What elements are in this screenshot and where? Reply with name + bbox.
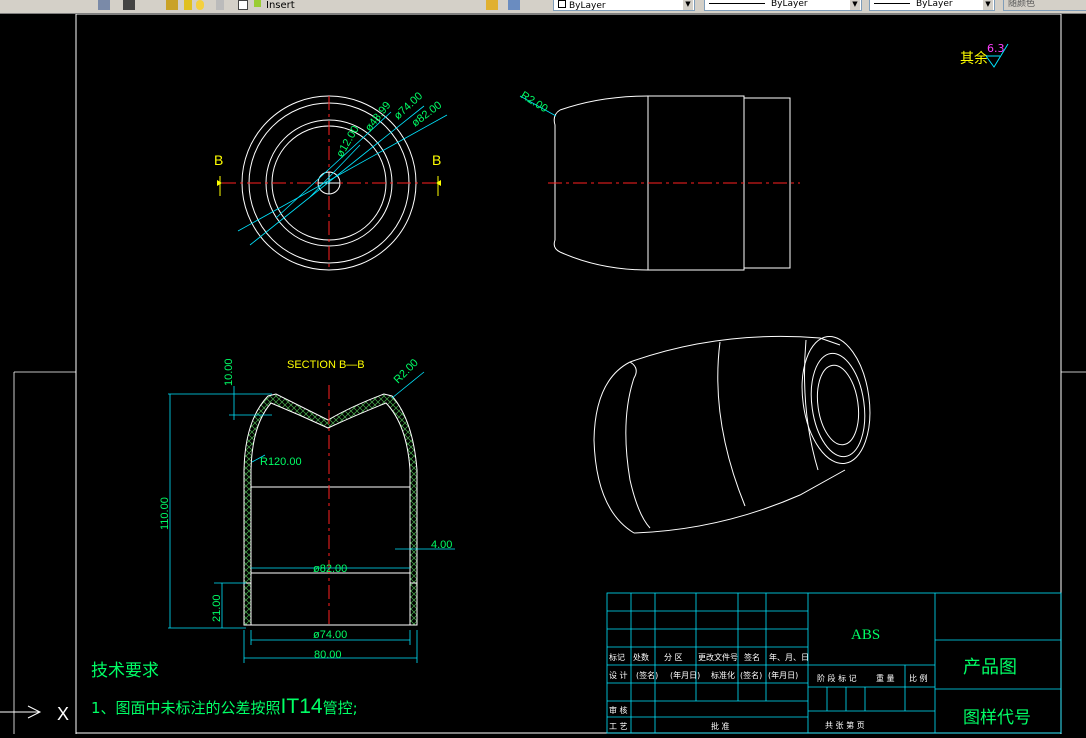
plotstyle-value: 随颜色 bbox=[1008, 0, 1036, 9]
sheets-label: 共 张 第 页 bbox=[825, 720, 865, 730]
standard-date: (年月日) bbox=[768, 670, 798, 680]
sun-icon[interactable] bbox=[196, 0, 204, 10]
notes-line1-code: IT14 bbox=[281, 695, 323, 718]
stage-header: 阶 段 标 记 bbox=[817, 673, 857, 683]
section-title: SECTION B—B bbox=[287, 359, 365, 371]
design-date: (年月日) bbox=[670, 670, 700, 680]
standard-label: 标准化 bbox=[711, 670, 735, 680]
layer-swatch-icon bbox=[254, 0, 261, 7]
rev-header-2: 分 区 bbox=[664, 653, 683, 662]
drawing-number-label: 图样代号 bbox=[963, 708, 1031, 728]
approve-label: 批 准 bbox=[711, 721, 730, 731]
rev-header-4: 签名 bbox=[744, 652, 760, 662]
linetype-control[interactable]: ByLayer ▼ bbox=[704, 0, 862, 11]
standard-sign: (签名) bbox=[740, 670, 762, 680]
layer-color-icon[interactable] bbox=[238, 0, 248, 10]
notes-line1: 1、图面中未标注的公差按照IT14管控; bbox=[91, 695, 358, 718]
layers-stack-icon[interactable] bbox=[508, 0, 520, 10]
notes-title: 技术要求 bbox=[91, 661, 159, 681]
color-swatch bbox=[558, 0, 566, 8]
section-dim-w80: 80.00 bbox=[314, 649, 342, 661]
rev-header-0: 标记 bbox=[609, 652, 625, 662]
section-dim-21: 21.00 bbox=[211, 594, 223, 622]
svg-text:X: X bbox=[57, 704, 69, 724]
pan-icon[interactable] bbox=[98, 0, 110, 10]
canvas-bottom-edge bbox=[0, 734, 1086, 738]
rev-header-5: 年、月、日 bbox=[769, 652, 809, 662]
notes-line1-prefix: 1、图面中未标注的公差按照 bbox=[91, 699, 281, 717]
section-dim-d74: ø74.00 bbox=[313, 629, 347, 641]
section-dim-wall: 4.00 bbox=[431, 539, 452, 551]
plotstyle-control[interactable]: 随颜色 bbox=[1003, 0, 1086, 11]
section-marker-left: B bbox=[214, 152, 223, 168]
lineweight-control[interactable]: ByLayer ▼ bbox=[869, 0, 995, 11]
layer-previous-icon[interactable] bbox=[486, 0, 498, 10]
design-label: 设 计 bbox=[609, 670, 628, 680]
section-dim-r120: R120.00 bbox=[260, 456, 302, 468]
rev-header-1: 处数 bbox=[633, 652, 649, 662]
drawing-canvas[interactable]: 其余 6.3 B B ø12.00 ø48.99 ø74.00 ø82.00 R… bbox=[0, 14, 1086, 738]
layer-manager-icon[interactable] bbox=[166, 0, 178, 10]
chevron-down-icon[interactable]: ▼ bbox=[683, 0, 693, 10]
roughness-label: 其余 bbox=[960, 50, 988, 67]
notes-line1-suffix: 管控; bbox=[323, 699, 358, 717]
material-label: ABS bbox=[851, 627, 880, 643]
review-label: 审 核 bbox=[609, 705, 628, 715]
section-dim-10: 10.00 bbox=[223, 358, 235, 386]
chevron-down-icon[interactable]: ▼ bbox=[983, 0, 993, 10]
layer-state-icon[interactable] bbox=[184, 0, 192, 10]
rev-header-3: 更改文件号 bbox=[698, 652, 738, 662]
linetype-value: ByLayer bbox=[771, 0, 808, 9]
product-drawing-label: 产品图 bbox=[963, 657, 1017, 678]
weight-label: 重 量 bbox=[876, 673, 895, 683]
color-value: ByLayer bbox=[569, 1, 606, 11]
section-dim-110: 110.00 bbox=[159, 497, 171, 530]
color-control[interactable]: ByLayer ▼ bbox=[553, 0, 695, 11]
section-marker-right: B bbox=[432, 152, 441, 168]
section-dim-d82: ø82.00 bbox=[313, 563, 347, 575]
chevron-down-icon[interactable]: ▼ bbox=[850, 0, 860, 10]
lock-icon[interactable] bbox=[216, 0, 224, 10]
linetype-sample bbox=[709, 3, 765, 4]
lineweight-sample bbox=[874, 3, 910, 4]
roughness-value: 6.3 bbox=[987, 42, 1005, 55]
canvas-background bbox=[0, 14, 1086, 738]
layer-name: Insert bbox=[266, 0, 295, 11]
scale-label: 比 例 bbox=[909, 673, 928, 683]
toolbar: Insert ByLayer ▼ ByLayer ▼ ByLayer ▼ 随颜色 bbox=[0, 0, 1086, 14]
window-icon[interactable] bbox=[123, 0, 135, 10]
lineweight-value: ByLayer bbox=[916, 0, 953, 9]
design-sign: (签名) bbox=[636, 670, 658, 680]
process-label: 工 艺 bbox=[609, 722, 628, 731]
